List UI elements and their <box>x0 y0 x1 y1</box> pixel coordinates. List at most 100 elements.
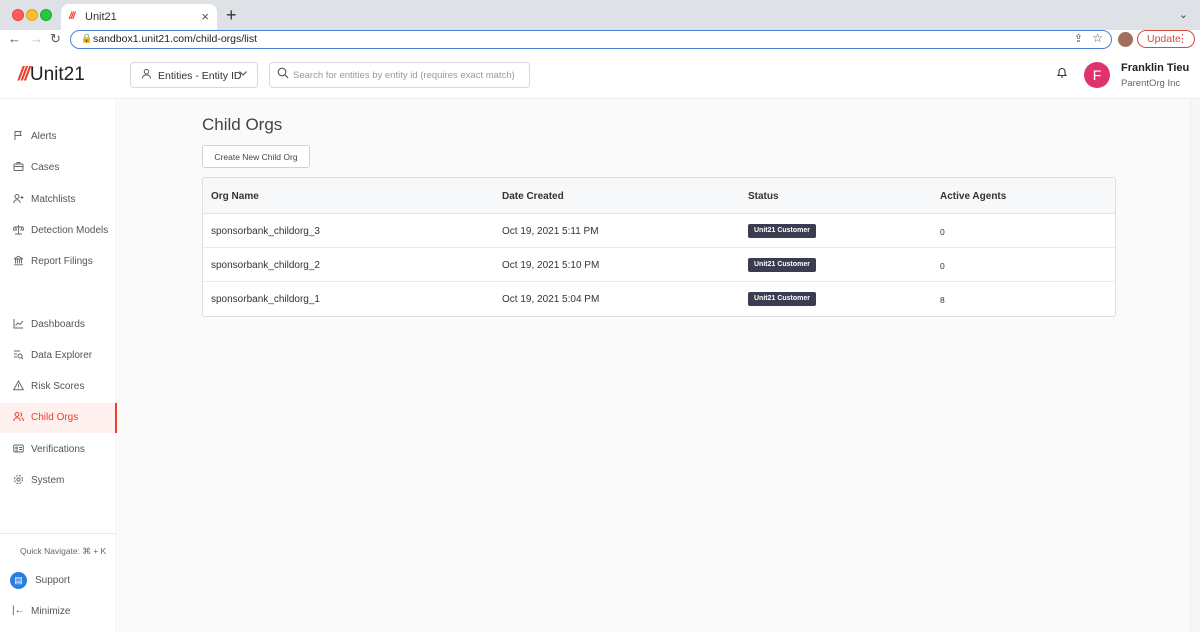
sidebar-item-label: Matchlists <box>31 194 76 205</box>
maximize-window-button[interactable] <box>40 9 52 21</box>
sidebar-item-label: Risk Scores <box>31 381 85 392</box>
app-header: ///Unit21 Entities - Entity ID F Frankli… <box>0 50 1200 99</box>
date-created-cell: Oct 19, 2021 5:11 PM <box>502 226 599 237</box>
sidebar-item-risk-scores[interactable]: Risk Scores <box>0 372 117 402</box>
sidebar-item-label: Verifications <box>31 444 85 455</box>
id-card-icon <box>12 443 24 457</box>
reload-icon[interactable]: ↻ <box>50 31 61 47</box>
sidebar-item-label: Dashboards <box>31 319 85 330</box>
table-row[interactable]: sponsorbank_childorg_2 Oct 19, 2021 5:10… <box>203 248 1115 282</box>
page-title: Child Orgs <box>202 115 283 134</box>
sidebar-item-alerts[interactable]: Alerts <box>0 122 117 152</box>
scale-icon <box>12 224 25 238</box>
minimize-window-button[interactable] <box>26 9 38 21</box>
share-icon[interactable]: ⇪ <box>1074 32 1083 45</box>
logo-mark-icon: /// <box>18 64 30 85</box>
person-icon <box>141 68 152 82</box>
sidebar-item-verifications[interactable]: Verifications <box>0 435 117 465</box>
column-header-date-created[interactable]: Date Created <box>502 191 564 202</box>
org-name-cell: sponsorbank_childorg_3 <box>211 226 320 237</box>
active-agents-cell: 0 <box>940 261 945 271</box>
new-tab-icon[interactable]: + <box>226 5 237 26</box>
unit21-logo[interactable]: ///Unit21 <box>18 64 85 86</box>
sidebar-item-label: Data Explorer <box>31 350 93 361</box>
sidebar-item-label: System <box>31 475 65 486</box>
sidebar-item-cases[interactable]: Cases <box>0 153 117 183</box>
tab-close-icon[interactable]: × <box>201 9 209 24</box>
support-chat-icon[interactable]: ▤ <box>10 572 27 589</box>
browser-tab[interactable]: /// Unit21 × <box>61 4 217 30</box>
bank-icon <box>12 255 24 269</box>
table-row[interactable]: sponsorbank_childorg_3 Oct 19, 2021 5:11… <box>203 214 1115 248</box>
entity-select-label: Entities - Entity ID <box>158 70 242 82</box>
sidebar-item-data-explorer[interactable]: Data Explorer <box>0 341 117 371</box>
page-scrollbar[interactable] <box>1190 99 1200 632</box>
tab-title: Unit21 <box>85 11 117 23</box>
minimize-sidebar-link[interactable]: Minimize <box>31 606 70 617</box>
column-header-active-agents[interactable]: Active Agents <box>940 191 1006 202</box>
status-badge: Unit21 Customer <box>748 292 817 306</box>
column-header-status[interactable]: Status <box>748 191 779 202</box>
logo-text: Unit21 <box>29 64 85 85</box>
collapse-sidebar-icon[interactable]: |← <box>12 605 25 616</box>
sidebar-item-label: Detection Models <box>31 225 109 236</box>
table-header: Org Name Date Created Status Active Agen… <box>203 178 1115 214</box>
child-orgs-table: Org Name Date Created Status Active Agen… <box>202 177 1116 317</box>
org-name-cell: sponsorbank_childorg_1 <box>211 294 320 305</box>
user-name[interactable]: Franklin Tieu <box>1121 62 1189 74</box>
support-link[interactable]: Support <box>35 575 70 586</box>
org-name-cell: sponsorbank_childorg_2 <box>211 260 320 271</box>
warning-icon <box>12 379 24 394</box>
browser-tab-bar: /// Unit21 × + ⌄ <box>0 0 1200 30</box>
lock-icon: 🔒 <box>81 33 93 43</box>
create-child-org-button[interactable]: Create New Child Org <box>202 145 310 168</box>
search-list-icon <box>12 349 24 363</box>
sidebar-item-label: Report Filings <box>31 256 93 267</box>
search-icon <box>277 67 289 82</box>
date-created-cell: Oct 19, 2021 5:04 PM <box>502 294 600 305</box>
user-plus-icon <box>12 193 24 207</box>
entity-search-type-select[interactable]: Entities - Entity ID <box>130 62 258 88</box>
notification-bell-icon[interactable] <box>1056 66 1068 82</box>
unit21-favicon-icon: /// <box>69 11 75 22</box>
status-badge: Unit21 Customer <box>748 258 817 272</box>
sidebar: Alerts Cases Matchlists Detection Models… <box>0 99 117 632</box>
table-row[interactable]: sponsorbank_childorg_1 Oct 19, 2021 5:04… <box>203 282 1115 316</box>
back-arrow-icon[interactable]: ← <box>8 31 21 46</box>
update-label: Update <box>1147 33 1181 45</box>
user-org: ParentOrg Inc <box>1121 78 1181 89</box>
active-agents-cell: 0 <box>940 227 945 237</box>
column-header-org-name[interactable]: Org Name <box>211 191 259 202</box>
quick-navigate-hint: Quick Navigate: ⌘ + K <box>20 546 107 556</box>
url-text[interactable]: sandbox1.unit21.com/child-orgs/list <box>93 33 257 45</box>
briefcase-icon <box>12 161 24 175</box>
gear-icon <box>12 474 24 488</box>
flag-icon <box>12 130 24 144</box>
active-agents-cell: 8 <box>940 295 945 305</box>
address-bar[interactable]: 🔒 sandbox1.unit21.com/child-orgs/list ⇪ … <box>70 30 1112 49</box>
browser-profile-avatar[interactable] <box>1118 32 1133 47</box>
browser-update-button[interactable]: Update ⋮ <box>1137 30 1195 48</box>
users-icon <box>12 411 24 425</box>
main-content: Child Orgs Create New Child Org Org Name… <box>118 99 1190 632</box>
chevron-down-icon <box>238 68 248 81</box>
chart-line-icon <box>12 318 24 332</box>
sidebar-item-label: Alerts <box>31 131 57 142</box>
status-badge: Unit21 Customer <box>748 224 817 238</box>
bookmark-star-icon[interactable]: ☆ <box>1092 31 1103 45</box>
sidebar-item-report-filings[interactable]: Report Filings <box>0 247 117 277</box>
sidebar-item-system[interactable]: System <box>0 466 117 496</box>
sidebar-item-child-orgs[interactable]: Child Orgs <box>0 403 117 433</box>
user-avatar[interactable]: F <box>1084 62 1110 88</box>
entity-search-input[interactable] <box>293 68 525 83</box>
sidebar-item-label: Cases <box>31 162 60 173</box>
more-vertical-icon: ⋮ <box>1177 33 1188 45</box>
sidebar-item-detection-models[interactable]: Detection Models <box>0 216 117 246</box>
sidebar-item-dashboards[interactable]: Dashboards <box>0 310 117 340</box>
entity-search-box <box>269 62 530 88</box>
close-window-button[interactable] <box>12 9 24 21</box>
sidebar-item-matchlists[interactable]: Matchlists <box>0 185 117 215</box>
forward-arrow-icon[interactable]: → <box>30 31 43 46</box>
tab-search-chevron-icon[interactable]: ⌄ <box>1179 8 1188 21</box>
sidebar-divider <box>0 533 117 534</box>
